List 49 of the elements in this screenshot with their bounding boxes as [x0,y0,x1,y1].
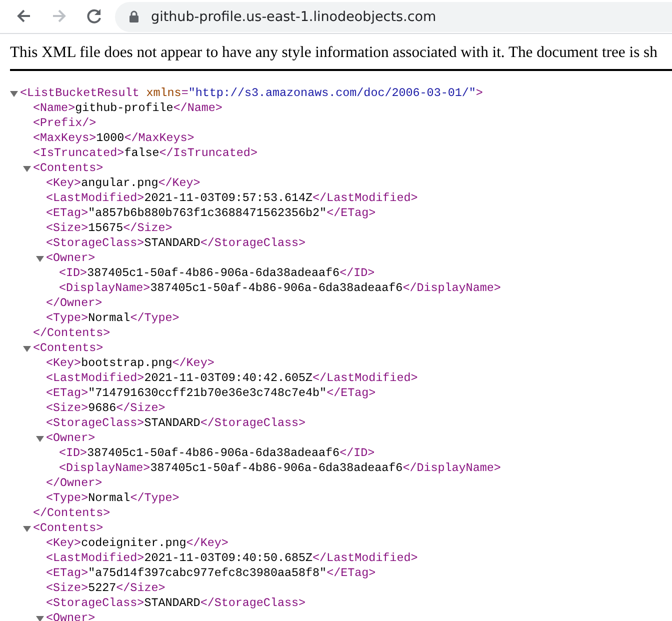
xml-line: <Owner> [46,431,96,446]
collapse-triangle-icon[interactable] [23,344,31,352]
xml-line: <Name>github-profile</Name> [33,101,222,116]
url-text: github-profile.us-east-1.linodeobjects.com [151,8,436,24]
xml-line: <Owner> [46,251,96,266]
address-bar[interactable]: github-profile.us-east-1.linodeobjects.com [115,2,672,32]
collapse-triangle-icon[interactable] [10,90,18,98]
xml-line: <ID>387405c1-50af-4b86-906a-6da38adeaaf6</ID> [59,446,375,461]
xml-line: <Type>Normal</Type> [46,491,180,506]
xml-line: <ETag>"714791630ccff21b70e36e3c748c7e4b"</ETag> [46,386,376,401]
collapse-triangle-icon[interactable] [36,434,44,442]
xml-line: <ID>387405c1-50af-4b86-906a-6da38adeaaf6</ID> [59,266,375,281]
xml-line: <Owner> [46,611,96,621]
notice-message: This XML file does not appear to have any style information associated with it. The document tree is sh [10,44,672,71]
xml-line: <StorageClass>STANDARD</StorageClass> [46,236,306,251]
xml-line: <StorageClass>STANDARD</StorageClass> [46,416,306,431]
xml-line: </Contents> [33,326,110,341]
collapse-triangle-icon[interactable] [36,614,44,621]
reload-icon[interactable] [86,9,102,24]
xml-line: <Key>codeigniter.png</Key> [46,536,228,551]
xml-line: <ETag>"a75d14f397cabc977efc8c3980aa58f8"</ETag> [46,566,376,581]
xml-line: <IsTruncated>false</IsTruncated> [33,146,258,161]
xml-line: <MaxKeys>1000</MaxKeys> [33,131,194,146]
xml-line: <LastModified>2021-11-03T09:57:53.614Z</LastModified> [46,191,418,206]
xml-line: <Prefix/> [33,116,96,131]
xml-line: <Contents> [33,521,104,536]
xml-line: <Contents> [33,341,104,356]
collapse-triangle-icon[interactable] [23,164,31,172]
xml-line: <StorageClass>STANDARD</StorageClass> [46,596,306,611]
collapse-triangle-icon[interactable] [23,524,31,532]
xml-line: <Size>15675</Size> [46,221,172,236]
xml-line: <ListBucketResult xmlns="http://s3.amazonaws.com/doc/2006-03-01/"> [20,86,483,101]
back-arrow-icon[interactable] [16,9,32,24]
xml-line: <Type>Normal</Type> [46,311,180,326]
xml-line: <Size>9686</Size> [46,401,166,416]
xml-line: <Contents> [33,161,104,176]
lock-icon[interactable] [129,10,139,23]
xml-line: </Owner> [46,476,102,491]
xml-line: <DisplayName>387405c1-50af-4b86-906a-6da38adeaaf6</DisplayName> [59,461,501,476]
xml-line: <Key>bootstrap.png</Key> [46,356,214,371]
xml-line: </Contents> [33,506,110,521]
xml-line: </Owner> [46,296,102,311]
collapse-triangle-icon[interactable] [36,254,44,262]
xml-line: <DisplayName>387405c1-50af-4b86-906a-6da38adeaaf6</DisplayName> [59,281,501,296]
xml-line: <LastModified>2021-11-03T09:40:42.605Z</LastModified> [46,371,418,386]
xml-line: <LastModified>2021-11-03T09:40:50.685Z</LastModified> [46,551,418,566]
xml-line: <Size>5227</Size> [46,581,166,596]
xml-line: <ETag>"a857b6b880b763f1c3688471562356b2"</ETag> [46,206,376,221]
xml-line: <Key>angular.png</Key> [46,176,200,191]
